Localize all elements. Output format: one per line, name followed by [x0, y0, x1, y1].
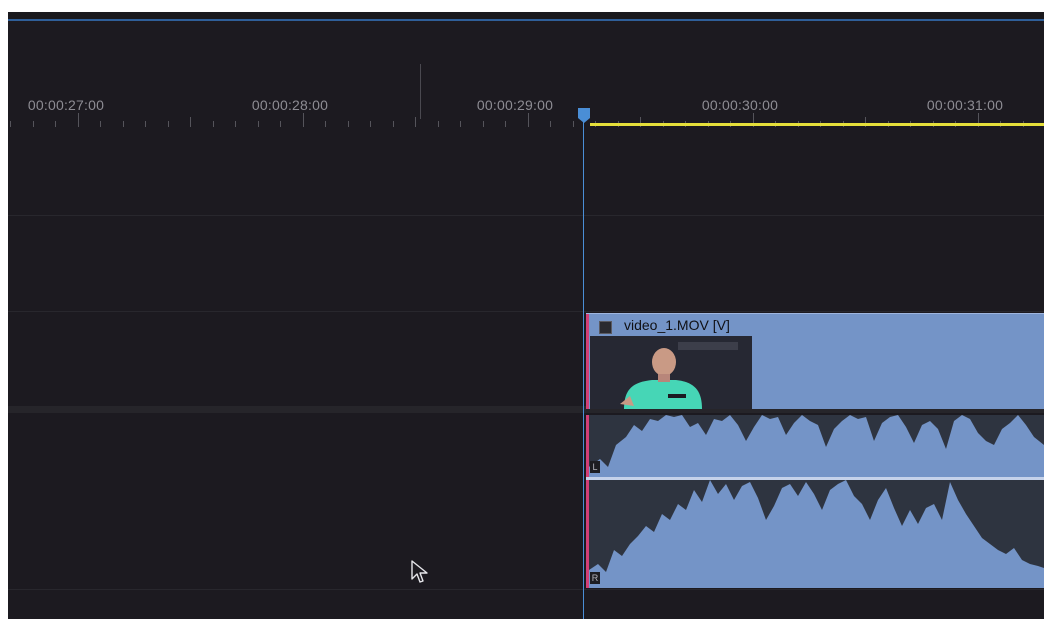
timecode-label: 00:00:28:00	[251, 97, 329, 113]
track-divider	[8, 589, 1044, 590]
ruler-tick	[572, 121, 574, 127]
ruler-tick	[437, 121, 439, 127]
ruler-tick	[122, 121, 124, 127]
ruler-tick	[10, 121, 11, 127]
ruler-tick	[550, 121, 551, 127]
ruler-tick	[77, 113, 79, 127]
ruler-tick	[347, 121, 349, 127]
clip-thumbnail	[590, 336, 752, 409]
track-divider	[8, 311, 1044, 312]
clip-in-point-edge[interactable]	[586, 314, 589, 409]
audio-clip-right-channel[interactable]: R	[586, 480, 1044, 588]
timeline-panel[interactable]: 00:00:27:00 00:00:28:00 00:00:29:00 00:0…	[8, 12, 1044, 619]
timecode-label: 00:00:29:00	[476, 97, 554, 113]
timecode-label: 00:00:30:00	[701, 97, 779, 113]
playhead-marker-icon[interactable]	[578, 108, 590, 123]
ruler-tick	[190, 117, 191, 127]
ruler-separator	[420, 64, 421, 119]
mouse-pointer-icon	[411, 560, 428, 583]
channel-label-right: R	[590, 572, 600, 584]
ruler-tick	[505, 121, 506, 127]
clip-title: video_1.MOV [V]	[624, 317, 730, 333]
ruler-tick	[100, 121, 101, 127]
ruler-tick	[257, 121, 259, 127]
channel-label-left: L	[590, 461, 600, 473]
ruler-tick	[302, 113, 304, 127]
ruler-tick	[235, 121, 236, 127]
timeline-header-band	[8, 12, 1044, 19]
ruler-tick	[32, 121, 34, 127]
ruler-tick	[482, 121, 484, 127]
audio-waveform-left	[586, 415, 1044, 477]
track-divider	[8, 215, 1044, 216]
ruler-tick	[392, 121, 394, 127]
person-thumbnail-image	[590, 336, 752, 409]
clip-in-point-edge[interactable]	[586, 480, 589, 588]
clip-in-point-edge[interactable]	[586, 415, 589, 477]
audio-waveform-right	[586, 480, 1044, 588]
audio-clip-left-channel[interactable]: L	[586, 415, 1044, 477]
ruler-tick	[167, 121, 169, 127]
ruler-tick	[460, 121, 461, 127]
time-ruler[interactable]: 00:00:27:00 00:00:28:00 00:00:29:00 00:0…	[8, 21, 1044, 133]
playhead-line[interactable]	[583, 116, 584, 619]
work-area-bar[interactable]	[590, 123, 1044, 126]
ruler-tick	[55, 121, 56, 127]
fx-badge-icon	[599, 321, 612, 334]
ruler-tick	[527, 113, 529, 127]
ruler-tick	[212, 121, 214, 127]
video-clip[interactable]: video_1.MOV [V]	[586, 313, 1044, 409]
ruler-tick	[325, 121, 326, 127]
timecode-label: 00:00:31:00	[926, 97, 1004, 113]
ruler-tick	[415, 117, 416, 127]
timecode-label: 00:00:27:00	[27, 97, 105, 113]
ruler-tick	[370, 121, 371, 127]
ruler-tick	[280, 121, 281, 127]
ruler-tick	[145, 121, 146, 127]
